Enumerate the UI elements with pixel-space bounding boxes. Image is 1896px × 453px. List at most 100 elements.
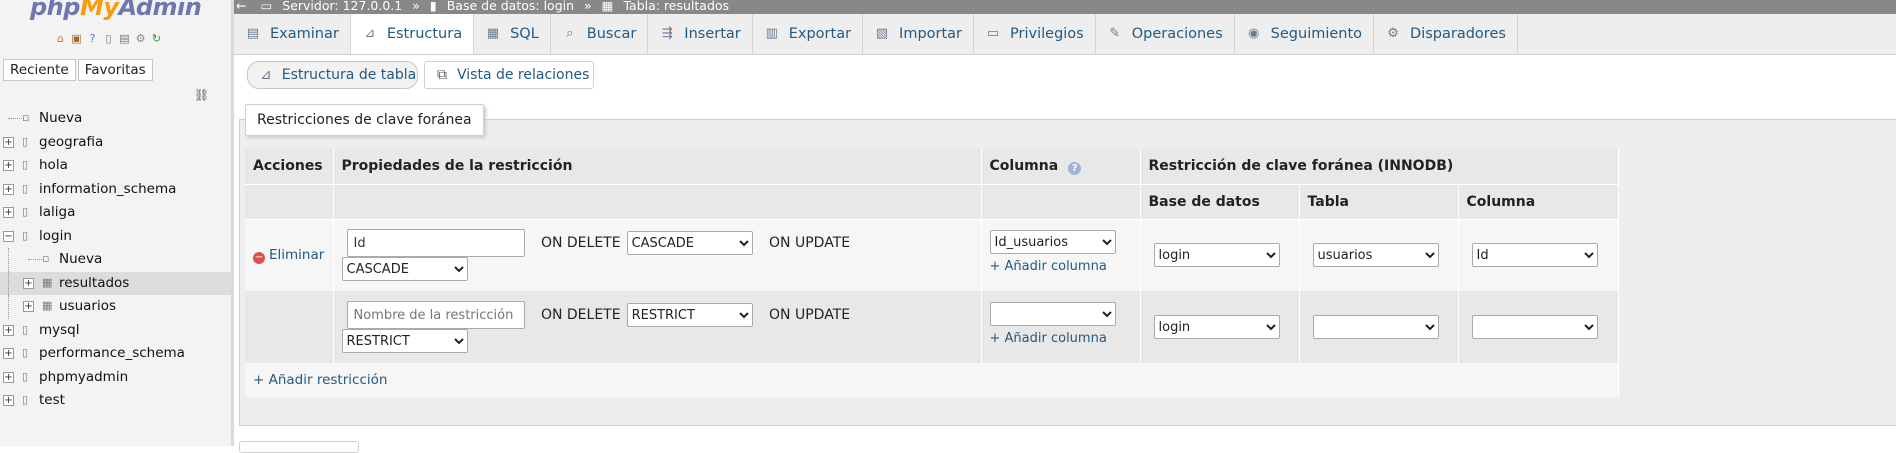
tab-examinar[interactable]: ▤ Examinar — [234, 14, 351, 54]
expand-icon[interactable]: + — [23, 301, 34, 312]
add-column-link[interactable]: + Añadir columna — [990, 259, 1107, 274]
reload-icon[interactable]: ↻ — [150, 32, 163, 45]
tree-item[interactable]: + ▯ information_schema — [0, 178, 231, 202]
tab-label: Examinar — [270, 26, 339, 42]
ref-database-select[interactable]: login — [1153, 243, 1280, 268]
logout-icon[interactable]: ▣ — [70, 32, 83, 45]
ref-column-select[interactable]: Id — [1471, 243, 1598, 268]
breadcrumb-table[interactable]: Tabla: resultados — [623, 0, 729, 13]
navigation-panel: phpMyAdmin ⌂ ▣ ? ▯ ▤ ⚙ ↻ Reciente Favori… — [0, 0, 232, 446]
expand-icon[interactable]: + — [3, 136, 14, 148]
tab-privilegios[interactable]: ▭ Privilegios — [974, 14, 1096, 54]
tree-item[interactable]: − ▯ login — [0, 225, 231, 249]
column-select[interactable] — [989, 302, 1116, 326]
on-update-label: ON UPDATE — [769, 306, 851, 323]
ref-column-select[interactable] — [1471, 315, 1598, 339]
on-update-label: ON UPDATE — [769, 234, 851, 251]
link-with-main-panel-icon[interactable]: ⛓ — [194, 88, 209, 102]
settings-icon[interactable]: ⚙ — [134, 32, 147, 45]
nav-resize-handle[interactable] — [231, 0, 234, 446]
column-select[interactable]: Id_usuarios — [989, 230, 1116, 255]
header-column: Columna? — [981, 149, 1141, 185]
tab-disparadores[interactable]: ⚙ Disparadores — [1374, 14, 1518, 54]
docs-icon[interactable]: ▯ — [102, 32, 115, 45]
save-button[interactable] — [239, 441, 359, 453]
tab-sql[interactable]: ▦ SQL — [474, 14, 551, 54]
tab-relation-view[interactable]: ⧉ Vista de relaciones — [424, 61, 594, 89]
database-icon: ▯ — [22, 181, 29, 195]
tree-item[interactable]: + ▯ geografia — [0, 131, 231, 155]
tree-item[interactable]: + ▯ phpmyadmin — [0, 366, 231, 390]
collapse-arrow-icon[interactable]: ← — [236, 0, 246, 13]
tab-exportar[interactable]: ▥ Exportar — [753, 14, 864, 54]
nav-icon-bar: ⌂ ▣ ? ▯ ▤ ⚙ ↻ — [54, 32, 163, 45]
tab-insertar[interactable]: ⇶ Insertar — [648, 14, 753, 54]
tab-label: SQL — [510, 26, 539, 42]
table-icon: ▦ — [42, 275, 53, 289]
tab-seguimiento[interactable]: ◉ Seguimiento — [1235, 14, 1375, 54]
wrench-icon: ✎ — [1109, 26, 1121, 41]
tab-table-structure[interactable]: ⊿ Estructura de tabla — [247, 61, 418, 89]
constraint-name-input[interactable] — [346, 229, 525, 258]
tab-estructura[interactable]: ⊿ Estructura — [350, 14, 475, 54]
tree-item-label: hola — [39, 157, 68, 173]
tab-operaciones[interactable]: ✎ Operaciones — [1096, 14, 1235, 54]
tree-item[interactable]: ▫ Nueva — [0, 107, 231, 131]
add-column-link[interactable]: + Añadir columna — [990, 331, 1107, 346]
expand-icon[interactable]: + — [3, 348, 14, 359]
expand-icon[interactable]: + — [3, 160, 14, 171]
expand-icon[interactable]: + — [3, 371, 14, 383]
database-icon: ▯ — [22, 369, 29, 383]
help-icon[interactable]: ? — [1068, 161, 1082, 175]
recent-tables-button[interactable]: Reciente — [3, 59, 76, 81]
expand-icon[interactable]: + — [23, 277, 34, 289]
expand-icon[interactable]: + — [3, 207, 14, 218]
help-icon[interactable]: ? — [86, 32, 99, 45]
table-icon: ▦ — [42, 299, 53, 312]
tree-item-label: usuarios — [59, 298, 117, 314]
database-icon: ▯ — [22, 346, 29, 359]
ref-table-select[interactable]: usuarios — [1312, 243, 1439, 268]
on-update-select[interactable]: RESTRICT — [341, 329, 468, 353]
tab-importar[interactable]: ▧ Importar — [863, 14, 975, 54]
constraint-name-input[interactable] — [346, 301, 525, 329]
header-column-label: Columna — [989, 157, 1059, 174]
expand-icon[interactable]: + — [3, 324, 14, 336]
on-update-select[interactable]: CASCADE — [341, 257, 468, 282]
favorite-tables-button[interactable]: Favoritas — [77, 59, 153, 81]
tree-item[interactable]: + ▯ laliga — [0, 201, 231, 225]
tree-item[interactable]: + ▯ performance_schema — [0, 342, 231, 366]
on-delete-select[interactable]: CASCADE — [626, 231, 753, 256]
actions-cell: − Eliminar — [245, 219, 334, 291]
header-ref-database: Base de datos — [1140, 184, 1300, 220]
sql-docs-icon[interactable]: ▤ — [118, 32, 131, 45]
structure-icon: ⊿ — [260, 67, 272, 83]
expand-icon[interactable]: + — [3, 395, 14, 406]
relations-icon: ⧉ — [437, 67, 447, 83]
breadcrumb-database[interactable]: Base de datos: login — [447, 0, 574, 13]
ref-database-select[interactable]: login — [1153, 315, 1280, 339]
tree-item[interactable]: ▫ Nueva — [0, 248, 231, 272]
on-delete-select[interactable]: RESTRICT — [626, 303, 753, 327]
tab-buscar[interactable]: ⌕ Buscar — [551, 14, 649, 54]
home-icon[interactable]: ⌂ — [54, 32, 67, 45]
database-icon: ▯ — [22, 393, 29, 406]
tree-item[interactable]: + ▯ test — [0, 389, 231, 413]
drop-constraint-link[interactable]: − Eliminar — [253, 247, 324, 264]
tab-label: Disparadores — [1410, 26, 1506, 42]
tab-label: Operaciones — [1131, 26, 1223, 42]
collapse-icon[interactable]: − — [3, 230, 14, 242]
tree-item[interactable]: + ▦ usuarios — [0, 295, 231, 319]
tree-item[interactable]: + ▯ hola — [0, 154, 231, 178]
expand-icon[interactable]: + — [3, 183, 14, 195]
ref-table-select[interactable] — [1312, 315, 1439, 339]
tab-table-structure-label: Estructura de tabla — [281, 67, 417, 83]
ref-column-cell — [1458, 291, 1619, 363]
tree-item[interactable]: + ▦ resultados — [0, 271, 231, 295]
tree-line — [8, 271, 10, 295]
add-constraint-link[interactable]: + Añadir restricción — [253, 372, 387, 388]
phpmyadmin-logo[interactable]: phpMyAdmin — [30, 0, 202, 22]
breadcrumb-server[interactable]: Servidor: 127.0.0.1 — [282, 0, 402, 13]
tree-item[interactable]: + ▯ mysql — [0, 319, 231, 343]
tree-item-label: phpmyadmin — [39, 368, 129, 385]
